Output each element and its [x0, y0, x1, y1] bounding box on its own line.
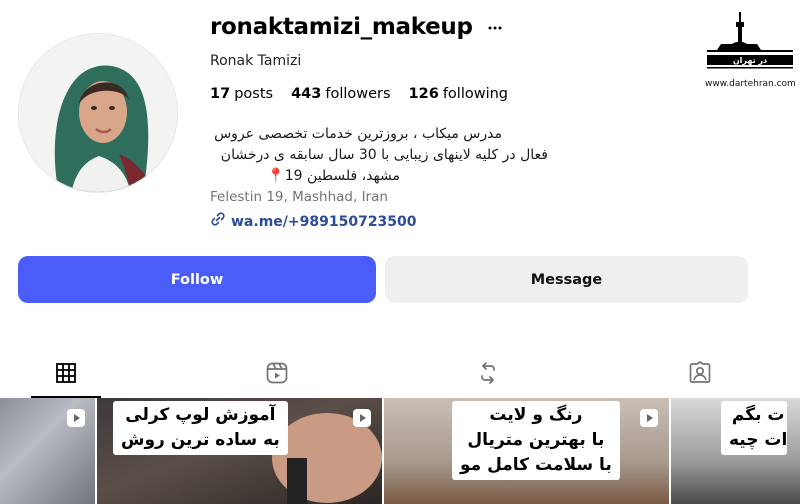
post-caption-line: به ساده ترین روش	[121, 430, 280, 450]
stat-posts-count: 17	[210, 86, 231, 102]
reel-icon	[66, 408, 86, 428]
post-caption-line: با سلامت کامل مو	[460, 455, 612, 475]
post-caption-line: با بهترین متریال	[467, 430, 605, 450]
post-tile[interactable]: ت بگم ات چیه	[671, 398, 800, 504]
profile-full-name: Ronak Tamizi	[210, 53, 302, 69]
more-options-icon[interactable]	[487, 20, 503, 36]
post-caption-line: ات چیه	[729, 430, 788, 450]
tab-tagged[interactable]	[665, 352, 735, 398]
post-caption: ت بگم ات چیه	[721, 401, 788, 455]
post-caption: آموزش لوپ کرلی به ساده ترین روش	[113, 401, 288, 455]
post-caption: رنگ و لایت با بهترین متریال با سلامت کام…	[452, 401, 620, 480]
username-row: ronaktamizi_makeup	[210, 14, 503, 40]
post-caption-line: رنگ و لایت	[489, 405, 583, 425]
tab-reels[interactable]	[242, 352, 312, 398]
stat-posts-label: posts	[234, 86, 274, 102]
grid-icon	[55, 362, 77, 389]
stat-following[interactable]: 126 following	[409, 86, 508, 102]
stat-followers[interactable]: 443 followers	[291, 86, 390, 102]
dartehran-logo-icon: در تهران	[707, 12, 793, 69]
tagged-icon	[688, 360, 712, 390]
reel-icon	[352, 408, 372, 428]
profile-stats: 17 posts 443 followers 126 following	[210, 86, 508, 102]
profile-bio: مدرس میکاب ، بروزترین خدمات تخصصی عروس ف…	[210, 124, 570, 187]
post-tile[interactable]	[0, 398, 95, 504]
follow-button[interactable]: Follow	[18, 256, 376, 303]
stat-posts[interactable]: 17 posts	[210, 86, 273, 102]
stat-followers-label: followers	[325, 86, 391, 102]
post-tile[interactable]: رنگ و لایت با بهترین متریال با سلامت کام…	[384, 398, 669, 504]
post-caption-line: ت بگم	[731, 405, 785, 425]
posts-grid: آموزش لوپ کرلی به ساده ترین روش رنگ و لا…	[0, 398, 800, 504]
reel-icon	[639, 408, 659, 428]
reels-icon	[265, 361, 289, 390]
link-icon	[210, 211, 226, 232]
tab-reposts[interactable]	[453, 352, 523, 398]
bio-line: مدرس میکاب ، بروزترین خدمات تخصصی عروس	[214, 126, 502, 142]
stat-following-label: following	[442, 86, 509, 102]
stat-followers-count: 443	[291, 86, 322, 102]
reposts-icon	[476, 361, 500, 390]
watermark-logo-text: در تهران	[733, 56, 767, 65]
watermark-logo: در تهران www.dartehran.com	[705, 10, 796, 89]
profile-location: Felestin 19, Mashhad, Iran	[210, 189, 388, 205]
profile-link-text[interactable]: wa.me/+989150723500	[231, 214, 417, 230]
message-button[interactable]: Message	[385, 256, 748, 303]
post-caption-line: آموزش لوپ کرلی	[125, 405, 276, 425]
post-tile[interactable]: آموزش لوپ کرلی به ساده ترین روش	[97, 398, 382, 504]
watermark-url: www.dartehran.com	[705, 79, 796, 89]
bio-line: فعال در کلیه لاینهای زیبایی با 30 سال سا…	[220, 147, 548, 163]
profile-tabs	[0, 352, 800, 398]
bio-line: مشهد، فلسطین 19📍	[267, 168, 400, 184]
profile-avatar[interactable]	[18, 33, 178, 193]
profile-username: ronaktamizi_makeup	[210, 14, 473, 40]
profile-link[interactable]: wa.me/+989150723500	[210, 211, 417, 232]
tab-posts[interactable]	[31, 352, 101, 398]
stat-following-count: 126	[408, 86, 439, 102]
